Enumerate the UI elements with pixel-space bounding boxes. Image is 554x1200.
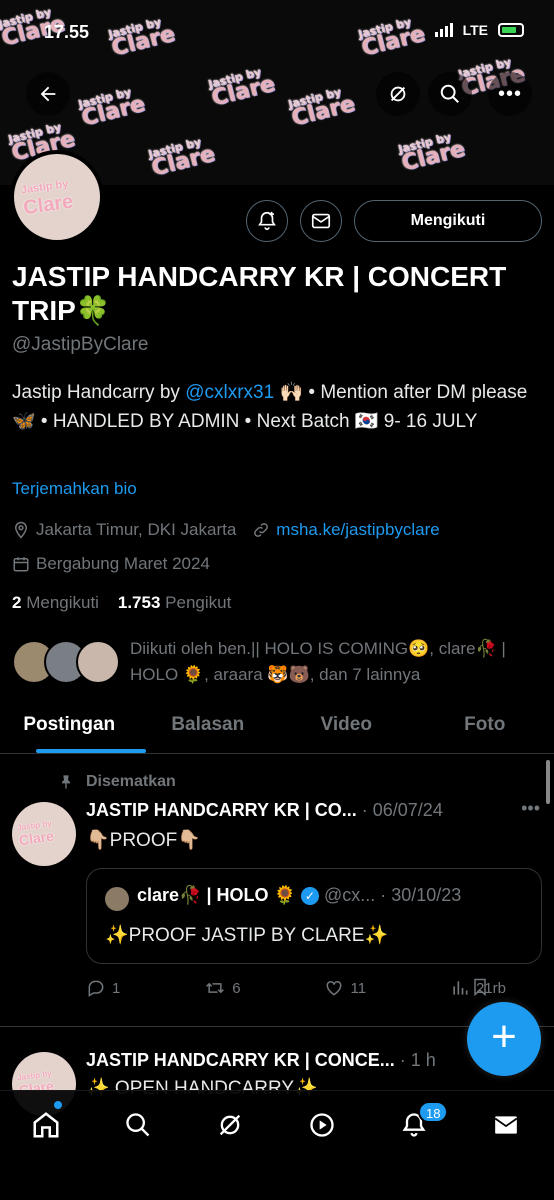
- website-link[interactable]: msha.ke/jastipbyclare: [276, 520, 439, 540]
- location-text: Jakarta Timur, DKI Jakarta: [36, 520, 237, 539]
- quote-author: clare🥀 | HOLO 🌻: [137, 885, 296, 905]
- post-date: · 06/07/24: [361, 800, 443, 820]
- profile-handle: @JastipByClare: [12, 334, 149, 355]
- back-button[interactable]: [26, 72, 70, 116]
- joined-row: Bergabung Maret 2024: [12, 554, 210, 574]
- profile-avatar[interactable]: Jastip by Clare: [10, 150, 104, 244]
- bell-plus-icon: [258, 211, 276, 231]
- bottom-nav: 18: [0, 1090, 554, 1200]
- follower-avatar: [76, 640, 120, 684]
- scrollbar[interactable]: [546, 760, 550, 804]
- grok-button[interactable]: [376, 72, 420, 116]
- more-button[interactable]: •••: [488, 72, 532, 116]
- tab-replies[interactable]: Balasan: [139, 700, 278, 753]
- views-icon: [453, 981, 468, 995]
- repost-button[interactable]: 6: [204, 978, 241, 998]
- compose-button[interactable]: +: [467, 1002, 541, 1076]
- follow-counts: 2 Mengikuti 1.753 Pengikut: [12, 593, 231, 613]
- followed-by-text: Diikuti oleh ben.|| HOLO IS COMING🥺, cla…: [130, 639, 506, 684]
- envelope-icon: [311, 213, 331, 229]
- search-button[interactable]: [428, 72, 472, 116]
- like-button[interactable]: 11: [324, 978, 366, 998]
- joined-text: Bergabung Maret 2024: [36, 554, 210, 573]
- tab-posts[interactable]: Postingan: [0, 700, 146, 753]
- post-text: 👇🏼PROOF👇🏼: [86, 830, 201, 851]
- repost-icon: [206, 982, 225, 994]
- post-more-button[interactable]: •••: [521, 798, 540, 819]
- arrow-left-icon: [40, 86, 56, 102]
- more-icon: •••: [497, 82, 522, 105]
- calendar-icon: [13, 557, 29, 572]
- search-icon: [440, 84, 459, 103]
- post-date: · 1 h: [399, 1050, 436, 1070]
- quote-handle-date: @cx... · 30/10/23: [323, 885, 462, 905]
- reply-icon: [88, 980, 104, 997]
- network-type: LTE: [462, 22, 488, 38]
- location-icon: [14, 521, 28, 539]
- post-author[interactable]: JASTIP HANDCARRY KR | CO...: [86, 800, 357, 820]
- bookmark-icon: [474, 978, 486, 997]
- quote-avatar: [105, 887, 129, 911]
- verified-badge-icon: ✓: [300, 887, 319, 906]
- status-bar: 17.55 LTE: [0, 0, 554, 64]
- post-author[interactable]: JASTIP HANDCARRY KR | CONCE...: [86, 1050, 395, 1070]
- signal-icon: [434, 23, 453, 37]
- home-icon: [33, 1112, 59, 1138]
- pin-icon: [62, 775, 70, 789]
- post-avatar[interactable]: Jastip by Clare: [12, 802, 76, 866]
- link-icon: [254, 523, 269, 537]
- notify-button[interactable]: [246, 200, 288, 242]
- followed-by[interactable]: Diikuti oleh ben.|| HOLO IS COMING🥺, cla…: [12, 636, 542, 690]
- nav-home[interactable]: [26, 1105, 66, 1145]
- home-unread-dot: [54, 1101, 62, 1109]
- post-header: JASTIP HANDCARRY KR | CO... · 06/07/24: [86, 800, 536, 821]
- tab-photos[interactable]: Foto: [416, 700, 554, 753]
- search-icon: [126, 1113, 150, 1137]
- battery-icon: [498, 23, 524, 37]
- nav-search[interactable]: [118, 1105, 158, 1145]
- profile-name: JASTIP HANDCARRY KR | CONCERT TRIP🍀: [12, 261, 507, 326]
- post-actions: 1 6 11 21rb: [86, 978, 506, 998]
- tab-video[interactable]: Video: [277, 700, 416, 753]
- nav-grok[interactable]: [210, 1105, 250, 1145]
- pinned-label: Disematkan: [58, 773, 176, 791]
- grok-icon: [390, 86, 406, 102]
- profile-bio: Jastip Handcarry by @cxlxrx31 🙌🏻 • Menti…: [12, 382, 528, 432]
- quoted-post[interactable]: clare🥀 | HOLO 🌻 ✓ @cx... · 30/10/23 ✨PRO…: [86, 868, 542, 964]
- heart-icon: [327, 980, 342, 996]
- nav-messages[interactable]: [486, 1105, 526, 1145]
- notification-badge: 18: [418, 1101, 449, 1123]
- status-time: 17.55: [44, 22, 90, 42]
- bio-mention-link[interactable]: @cxlxrx31: [185, 382, 274, 403]
- play-icon: [310, 1113, 334, 1137]
- more-icon: •••: [521, 798, 540, 818]
- following-button[interactable]: Mengikuti: [354, 200, 542, 242]
- following-link[interactable]: 2 Mengikuti: [12, 593, 99, 612]
- grok-icon: [219, 1114, 241, 1136]
- profile-tabs: Postingan Balasan Video Foto: [0, 700, 554, 754]
- bookmark-button[interactable]: [470, 976, 490, 1003]
- followers-link[interactable]: 1.753 Pengikut: [118, 593, 231, 612]
- envelope-icon: [494, 1116, 518, 1134]
- message-button[interactable]: [300, 200, 342, 242]
- translate-bio-link[interactable]: Terjemahkan bio: [12, 479, 137, 499]
- profile-meta-row: Jakarta Timur, DKI Jakarta msha.ke/jasti…: [12, 520, 440, 540]
- nav-video[interactable]: [302, 1105, 342, 1145]
- quote-text: ✨PROOF JASTIP BY CLARE✨: [105, 925, 389, 946]
- reply-button[interactable]: 1: [86, 978, 120, 998]
